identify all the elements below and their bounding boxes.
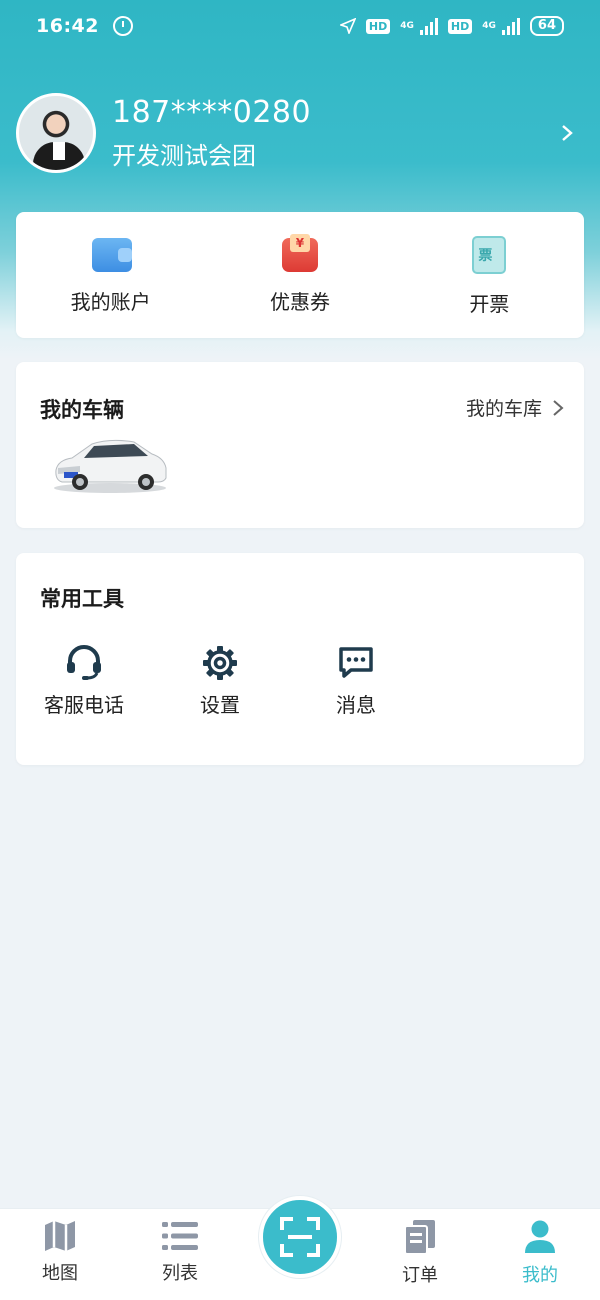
tab-mine[interactable]: 我的 [490, 1219, 590, 1287]
wallet-icon [90, 234, 132, 274]
profile-header[interactable]: 187****0280 开发测试会团 [16, 92, 584, 174]
car-image[interactable] [50, 432, 170, 494]
gear-icon [203, 646, 237, 680]
status-bar: 16:42 HD 4G HD 4G 64 [0, 0, 600, 52]
tool-label: 设置 [200, 693, 240, 717]
network-label: 4G [400, 20, 414, 31]
map-icon [45, 1221, 75, 1251]
list-icon [162, 1222, 198, 1250]
tool-label: 客服电话 [44, 693, 124, 717]
scan-icon [280, 1217, 320, 1257]
tool-customer-service[interactable]: 客服电话 [16, 645, 152, 718]
avatar-shirt [53, 142, 65, 160]
shortcuts-card: 我的账户 ¥ 优惠券 票 开票 [16, 212, 584, 338]
headset-icon [67, 645, 101, 680]
order-icon [404, 1220, 435, 1255]
tab-label: 我的 [522, 1265, 558, 1286]
invoice-icon: 票 [470, 234, 508, 276]
vehicles-title: 我的车辆 [40, 398, 124, 422]
user-group: 开发测试会团 [112, 142, 256, 170]
shortcut-invoice[interactable]: 票 开票 [395, 212, 584, 338]
my-garage-link[interactable]: 我的车库 [466, 394, 564, 421]
scan-button[interactable] [259, 1196, 341, 1278]
tab-label: 地图 [42, 1263, 78, 1284]
status-time: 16:42 [36, 15, 99, 37]
shortcut-label: 开票 [469, 292, 510, 316]
tab-orders[interactable]: 订单 [370, 1219, 470, 1287]
tools-row: 客服电话 设置 消息 [16, 645, 584, 718]
chevron-right-icon [553, 399, 564, 416]
signal-icon-2 [501, 17, 520, 35]
tab-list[interactable]: 列表 [130, 1219, 230, 1285]
user-phone: 187****0280 [112, 95, 312, 130]
shortcut-account[interactable]: 我的账户 [16, 212, 205, 338]
tool-label: 消息 [336, 693, 376, 717]
tab-label: 订单 [402, 1265, 438, 1286]
hd-badge: HD [365, 18, 391, 34]
user-icon [525, 1220, 555, 1253]
profile-info: 187****0280 开发测试会团 [112, 95, 311, 171]
tool-settings[interactable]: 设置 [152, 645, 288, 718]
hd-badge-2: HD [447, 18, 473, 34]
shortcut-coupon[interactable]: ¥ 优惠券 [205, 212, 394, 338]
shortcut-label: 我的账户 [70, 290, 151, 314]
signal-icon [419, 17, 438, 35]
tool-messages[interactable]: 消息 [288, 645, 424, 718]
chevron-right-icon[interactable] [558, 124, 576, 142]
avatar[interactable] [16, 93, 96, 173]
tab-map[interactable]: 地图 [10, 1219, 110, 1285]
tools-card: 常用工具 客服电话 设置 消息 [16, 553, 584, 765]
location-arrow-icon [339, 18, 356, 34]
shortcut-label: 优惠券 [269, 290, 330, 314]
tools-title: 常用工具 [40, 587, 124, 611]
vehicles-card: 我的车辆 我的车库 [16, 362, 584, 528]
tab-label: 列表 [162, 1263, 198, 1284]
coupon-icon: ¥ [280, 234, 320, 274]
garage-link-label: 我的车库 [465, 398, 542, 420]
alarm-icon [112, 16, 133, 36]
battery-indicator: 64 [529, 16, 564, 36]
status-indicators: HD 4G HD 4G 64 [339, 16, 564, 36]
message-icon [339, 647, 373, 678]
network-label-2: 4G [482, 20, 496, 31]
